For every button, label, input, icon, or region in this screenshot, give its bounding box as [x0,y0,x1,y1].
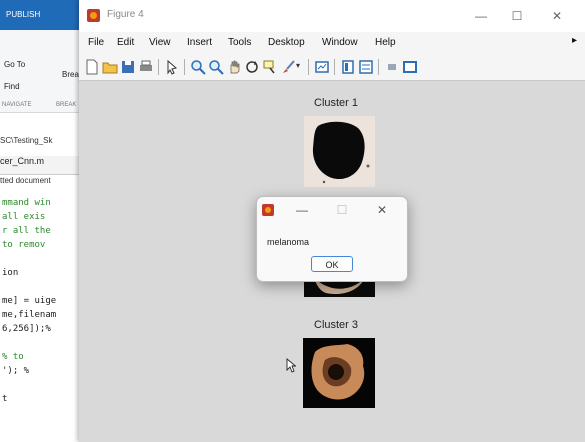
message-dialog: — ☐ ✕ melanoma OK [256,196,408,282]
navigate-section-label: NAVIGATE [2,102,32,108]
brush-dropdown-icon[interactable]: ▾ [296,61,300,70]
menu-bar: File Edit View Insert Tools Desktop Wind… [79,32,585,54]
menu-view[interactable]: View [149,37,171,48]
cluster-1-image [304,116,375,187]
go-to-button[interactable]: Go To [4,60,25,69]
formatted-document-notice: tted document [0,176,51,185]
dock-icon[interactable] [402,59,418,75]
save-icon[interactable] [120,59,136,75]
menu-desktop[interactable]: Desktop [268,37,305,48]
current-folder-path[interactable]: SC\Testing_Sk [0,136,86,152]
menu-overflow-icon[interactable]: ▸ [572,35,577,46]
link-icon[interactable] [314,59,330,75]
ribbon-toolbar: Go To Brea Find NAVIGATE BREAK [0,30,86,113]
data-cursor-icon[interactable] [262,59,278,75]
find-button[interactable]: Find [4,82,20,91]
code-editor[interactable]: mmand win all exis r all the to remov io… [0,196,86,406]
code-line: all exis [2,212,46,222]
breakpoints-button[interactable]: Brea [62,70,79,79]
code-line: to remov [2,240,46,250]
dialog-minimize-button[interactable]: — [291,200,313,220]
minimize-button[interactable]: — [469,6,493,26]
open-file-icon[interactable] [102,59,118,75]
pointer-icon[interactable] [164,59,180,75]
figure-title-bar[interactable]: Figure 4 — ☐ ✕ [79,0,585,32]
pan-icon[interactable] [226,59,242,75]
ribbon-tab-publish[interactable]: PUBLISH [6,10,40,19]
code-line: '); % [2,366,30,376]
dialog-close-button[interactable]: ✕ [371,200,393,220]
code-line: me,filenam [2,310,57,320]
dialog-message: melanoma [267,237,310,247]
close-button[interactable]: ✕ [545,6,569,26]
cluster-1-title: Cluster 1 [314,97,359,109]
code-line: me] = uige [2,296,57,306]
breakpoints-section-label: BREAK [56,102,77,108]
editor-file-tab[interactable]: cer_Cnn.m [0,156,86,175]
dialog-title-bar[interactable]: — ☐ ✕ [257,197,407,223]
zoom-out-icon[interactable] [208,59,224,75]
zoom-in-icon[interactable] [190,59,206,75]
menu-window[interactable]: Window [322,37,358,48]
menu-edit[interactable]: Edit [117,37,134,48]
menu-tools[interactable]: Tools [228,37,251,48]
mouse-cursor-icon [286,358,296,373]
code-line: ion [2,268,19,278]
menu-help[interactable]: Help [375,37,396,48]
code-line: % to [2,352,24,362]
dialog-maximize-button: ☐ [336,203,348,217]
code-line: mmand win [2,198,51,208]
matlab-app-icon [87,9,100,22]
legend-icon[interactable] [358,59,374,75]
cluster-3-image [303,338,375,408]
rotate-icon[interactable] [244,59,260,75]
ribbon-tab-bar: PUBLISH [0,0,86,30]
ok-button[interactable]: OK [311,256,353,272]
maximize-button[interactable]: ☐ [505,6,529,26]
cluster-3-title: Cluster 3 [314,319,359,331]
brush-icon[interactable] [280,59,296,75]
code-line: 6,256]);% [2,324,51,334]
menu-file[interactable]: File [88,37,104,48]
hide-tools-icon[interactable] [384,59,400,75]
code-line: r all the [2,226,51,236]
code-line: t [2,394,8,404]
print-icon[interactable] [138,59,154,75]
matlab-editor-background: PUBLISH Go To Brea Find NAVIGATE BREAK S… [0,0,86,442]
figure-title: Figure 4 [107,9,144,20]
figure-toolbar: ▾ [79,54,585,81]
new-figure-icon[interactable] [84,59,100,75]
colorbar-icon[interactable] [340,59,356,75]
matlab-dialog-icon [262,204,274,216]
menu-insert[interactable]: Insert [187,37,212,48]
